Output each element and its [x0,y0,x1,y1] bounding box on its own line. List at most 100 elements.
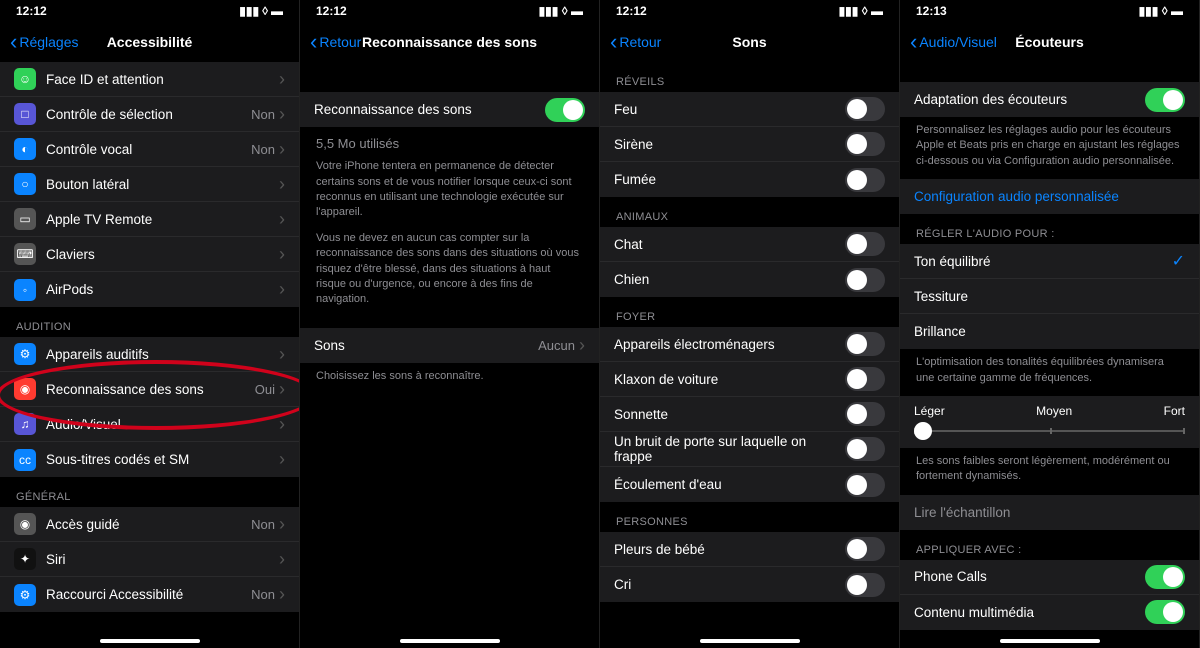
back-button[interactable]: Retour [610,31,661,53]
sound-toggle-row[interactable]: Fumée [600,162,899,197]
row-label: Appareils auditifs [46,347,279,362]
settings-row[interactable]: ⚙ Appareils auditifs [0,337,299,372]
row-label: Claviers [46,247,279,262]
row-label: Feu [614,102,845,117]
row-label: Apple TV Remote [46,212,279,227]
sound-toggle-row[interactable]: Sirène [600,127,899,162]
toggle-switch[interactable] [845,168,885,192]
toggle-switch[interactable] [845,132,885,156]
row-label: Fumée [614,172,845,187]
home-indicator[interactable] [700,639,800,643]
description-1: Votre iPhone tentera en permanence de dé… [300,153,599,221]
back-button[interactable]: Audio/Visuel [910,31,997,53]
row-sons[interactable]: Sons Aucun [300,328,599,363]
toggle-switch[interactable] [845,437,885,461]
toggle-sound-recognition[interactable]: Reconnaissance des sons [300,92,599,127]
toggle-switch[interactable] [1145,88,1185,112]
chevron-left-icon [310,31,317,53]
sound-toggle-row[interactable]: Cri [600,567,899,602]
row-icon: cc [14,449,36,471]
sound-toggle-row[interactable]: Klaxon de voiture [600,362,899,397]
apply-toggle-row[interactable]: Phone Calls [900,560,1199,595]
toggle-switch[interactable] [845,97,885,121]
toggle-switch[interactable] [845,573,885,597]
status-icons: ▮▮▮ ◊ ▬ [1139,4,1183,18]
sound-toggle-row[interactable]: Appareils électroménagers [600,327,899,362]
home-indicator[interactable] [100,639,200,643]
toggle-switch[interactable] [845,232,885,256]
status-time: 12:12 [16,4,47,18]
row-detail: Non [251,142,275,157]
panel-sons: 12:12 ▮▮▮ ◊ ▬ Retour Sons RÉVEILS Feu Si… [600,0,900,648]
row-label: Appareils électroménagers [614,337,845,352]
status-icons: ▮▮▮ ◊ ▬ [839,4,883,18]
row-label: Audio/Visuel [46,417,279,432]
toggle-switch[interactable] [845,473,885,497]
sample-label: Lire l'échantillon [914,505,1185,520]
amplification-slider[interactable] [914,430,1185,432]
row-detail: Non [251,587,275,602]
toggle-headphone-adapt[interactable]: Adaptation des écouteurs [900,82,1199,117]
adapt-description: Personnalisez les réglages audio pour le… [900,117,1199,169]
settings-row[interactable]: ♫ Audio/Visuel [0,407,299,442]
sound-toggle-row[interactable]: Écoulement d'eau [600,467,899,502]
settings-row[interactable]: ⌨ Claviers [0,237,299,272]
row-icon: ◐ [14,138,36,160]
sound-toggle-row[interactable]: Sonnette [600,397,899,432]
settings-row[interactable]: ◉ Accès guidé Non [0,507,299,542]
back-label: Audio/Visuel [919,34,997,50]
status-time: 12:12 [616,4,647,18]
checkmark-icon: ✓ [1172,251,1185,271]
sound-toggle-row[interactable]: Feu [600,92,899,127]
section-header-general: GÉNÉRAL [0,477,299,507]
chevron-right-icon [279,69,285,90]
settings-row[interactable]: □ Contrôle de sélection Non [0,97,299,132]
settings-row[interactable]: ⚙ Raccourci Accessibilité Non [0,577,299,612]
settings-row[interactable]: ○ Bouton latéral [0,167,299,202]
toggle-switch[interactable] [1145,600,1185,624]
nav-bar: Retour Sons [600,22,899,62]
chevron-right-icon [279,449,285,470]
settings-row[interactable]: ◉ Reconnaissance des sons Oui [0,372,299,407]
sound-toggle-row[interactable]: Chat [600,227,899,262]
button-play-sample[interactable]: Lire l'échantillon [900,495,1199,530]
sound-toggle-row[interactable]: Un bruit de porte sur laquelle on frappe [600,432,899,467]
home-indicator[interactable] [400,639,500,643]
settings-row[interactable]: ☺ Face ID et attention [0,62,299,97]
back-label: Retour [619,34,661,50]
sound-toggle-row[interactable]: Chien [600,262,899,297]
option-label: Ton équilibré [914,254,1172,269]
chevron-right-icon [579,335,585,356]
settings-row[interactable]: ✦ Siri [0,542,299,577]
toggle-switch[interactable] [845,268,885,292]
chevron-right-icon [279,279,285,300]
toggle-switch[interactable] [845,332,885,356]
section-header: PERSONNES [600,502,899,532]
settings-row[interactable]: ▭ Apple TV Remote [0,202,299,237]
tune-option[interactable]: Brillance [900,314,1199,349]
apply-toggle-row[interactable]: Contenu multimédia [900,595,1199,630]
row-label: Bouton latéral [46,177,279,192]
home-indicator[interactable] [1000,639,1100,643]
slider-knob[interactable] [914,422,932,440]
toggle-switch[interactable] [845,402,885,426]
tune-option[interactable]: Ton équilibré ✓ [900,244,1199,279]
settings-row[interactable]: ◦ AirPods [0,272,299,307]
sound-toggle-row[interactable]: Pleurs de bébé [600,532,899,567]
row-icon: ◦ [14,279,36,301]
status-icons: ▮▮▮ ◊ ▬ [539,4,583,18]
toggle-switch[interactable] [845,537,885,561]
toggle-switch[interactable] [845,367,885,391]
status-bar: 12:12 ▮▮▮ ◊ ▬ [300,0,599,22]
tune-option[interactable]: Tessiture [900,279,1199,314]
settings-row[interactable]: cc Sous-titres codés et SM [0,442,299,477]
nav-bar: Audio/Visuel Écouteurs [900,22,1199,62]
back-button[interactable]: Réglages [10,31,78,53]
settings-row[interactable]: ◐ Contrôle vocal Non [0,132,299,167]
toggle-switch[interactable] [545,98,585,122]
row-label: Sous-titres codés et SM [46,452,279,467]
back-button[interactable]: Retour [310,31,361,53]
toggle-switch[interactable] [1145,565,1185,589]
link-custom-audio-setup[interactable]: Configuration audio personnalisée [900,179,1199,214]
chevron-right-icon [279,584,285,605]
